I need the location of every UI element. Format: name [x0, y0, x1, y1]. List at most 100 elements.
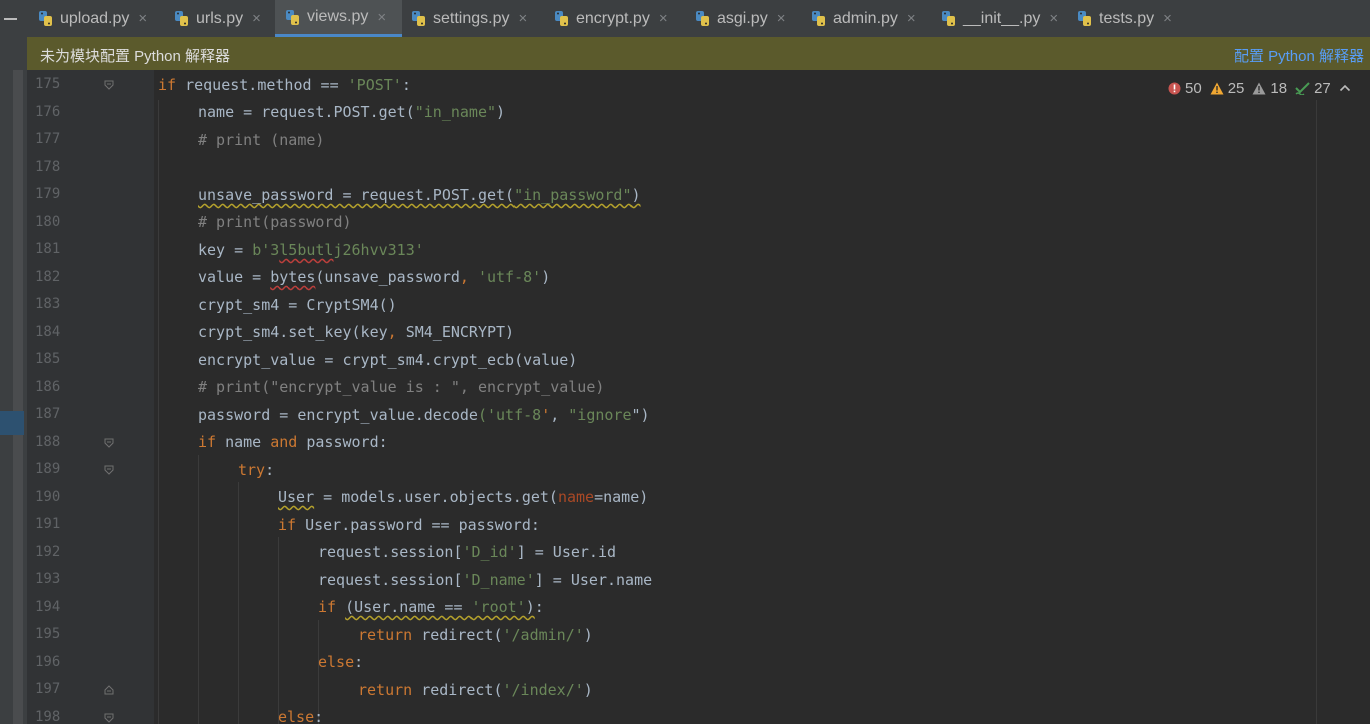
close-tab-icon[interactable]: × — [252, 10, 261, 27]
close-tab-icon[interactable]: × — [1049, 10, 1058, 27]
code-token: : — [354, 653, 364, 671]
fold-collapse-icon[interactable] — [104, 80, 114, 90]
code-line-181: key = b'3l5butlj26hvv313' — [158, 237, 424, 264]
minimize-icon[interactable] — [4, 18, 17, 20]
tab-label: settings.py — [433, 9, 510, 27]
code-token: name = request.POST.get( — [198, 103, 415, 121]
code-token: ) — [496, 103, 506, 121]
line-number: 195 — [35, 626, 61, 642]
code-token: encrypt_value = crypt_sm4.crypt_ecb(valu… — [198, 351, 578, 369]
close-tab-icon[interactable]: × — [777, 10, 786, 27]
line-number-gutter: 175 176 177 178 179 180 181 182 183 184 … — [27, 70, 154, 724]
code-line-185: encrypt_value = crypt_sm4.crypt_ecb(valu… — [158, 347, 577, 374]
code-token: ) — [541, 268, 551, 286]
code-token: "ignore — [559, 406, 632, 424]
close-tab-icon[interactable]: × — [659, 10, 668, 27]
line-number: 185 — [35, 351, 61, 367]
tab-upload-py[interactable]: upload.py × — [38, 0, 147, 37]
configure-interpreter-link[interactable]: 配置 Python 解释器 — [1234, 45, 1364, 66]
close-tab-icon[interactable]: × — [138, 10, 147, 27]
code-token: name — [557, 488, 595, 506]
warning-count[interactable]: 25 — [1210, 80, 1244, 97]
code-line-188: if name and password: — [158, 429, 388, 456]
chevron-up-icon[interactable] — [1339, 83, 1351, 93]
fold-collapse-icon[interactable] — [104, 465, 114, 475]
tab-asgi-py[interactable]: asgi.py × — [695, 0, 785, 37]
code-token: 'root' — [471, 598, 526, 616]
editor-tab-bar: upload.py × urls.py × views.py × setting… — [0, 0, 1370, 38]
code-token: else — [318, 653, 355, 671]
code-token: redirect( — [412, 626, 503, 644]
code-token: unsave_password = request.POST.get( — [198, 186, 515, 204]
code-token: # print(password) — [198, 213, 352, 231]
code-token: 'utf-8' — [477, 268, 542, 286]
tab-settings-py[interactable]: settings.py × — [411, 0, 527, 37]
line-number: 191 — [35, 516, 61, 532]
code-token: # print("encrypt_value is : ", encrypt_v… — [198, 378, 605, 396]
line-number: 181 — [35, 241, 61, 257]
code-token: # print (name) — [198, 131, 325, 149]
line-number: 188 — [35, 434, 61, 450]
code-line-182: value = bytes(unsave_password, 'utf-8') — [158, 264, 550, 291]
code-token: value = — [198, 268, 271, 286]
python-file-icon — [811, 10, 828, 27]
close-tab-icon[interactable]: × — [907, 10, 916, 27]
code-line-190: User = models.user.objects.get(name=name… — [158, 484, 648, 511]
code-token: name — [216, 433, 271, 451]
close-tab-icon[interactable]: × — [1163, 10, 1172, 27]
tab-label: upload.py — [60, 9, 130, 27]
tab-encrypt-py[interactable]: encrypt.py × — [554, 0, 668, 37]
structure-strip — [13, 70, 23, 724]
line-number: 177 — [35, 131, 61, 147]
code-line-183: crypt_sm4 = CryptSM4() — [158, 292, 397, 319]
tab-tests-py[interactable]: tests.py × — [1077, 0, 1172, 37]
line-number: 175 — [35, 76, 61, 92]
code-token: bytes — [270, 268, 316, 286]
code-token: redirect( — [412, 681, 503, 699]
python-file-icon — [38, 10, 55, 27]
code-token: ) — [631, 186, 641, 204]
code-token: ) — [525, 598, 535, 616]
warning-icon — [1210, 82, 1224, 94]
code-token: j26hvv313' — [333, 241, 424, 259]
tab-admin-py[interactable]: admin.py × — [811, 0, 916, 37]
python-file-icon — [554, 10, 571, 27]
code-token: '/index/' — [502, 681, 584, 699]
tab-label: urls.py — [196, 9, 244, 27]
line-number: 192 — [35, 544, 61, 560]
tab-label: admin.py — [833, 9, 898, 27]
typo-count[interactable]: 27 — [1295, 80, 1331, 97]
code-line-176: name = request.POST.get("in_name") — [158, 99, 505, 126]
code-token: request.session[ — [318, 571, 463, 589]
code-token: if — [278, 516, 297, 534]
code-editor[interactable]: if request.method == 'POST': name = requ… — [154, 70, 1370, 724]
code-token: password: — [297, 433, 388, 451]
fold-collapse-icon[interactable] — [104, 438, 114, 448]
python-file-icon — [695, 10, 712, 27]
code-token: if — [198, 433, 217, 451]
tab-label: tests.py — [1099, 9, 1155, 27]
code-token: else — [278, 708, 315, 724]
tab-init-py[interactable]: __init__.py × — [941, 0, 1058, 37]
error-count[interactable]: 50 — [1168, 80, 1202, 97]
line-number: 197 — [35, 681, 61, 697]
code-token: "in_password" — [514, 186, 632, 204]
code-token: crypt_sm4.set_key(key — [198, 323, 388, 341]
close-tab-icon[interactable]: × — [518, 10, 527, 27]
weak-warning-count[interactable]: 18 — [1252, 80, 1287, 97]
tab-label: __init__.py — [963, 9, 1041, 27]
close-tab-icon[interactable]: × — [377, 9, 386, 26]
inspection-widget[interactable]: 50 25 18 27 — [1168, 78, 1351, 98]
fold-collapse-icon[interactable] — [104, 713, 114, 723]
line-number: 180 — [35, 214, 61, 230]
code-token: ' — [541, 406, 551, 424]
fold-expand-end-icon[interactable] — [104, 685, 114, 695]
code-token: "in_name" — [414, 103, 497, 121]
code-line-175: if request.method == 'POST': — [158, 72, 411, 99]
tab-views-py[interactable]: views.py × — [275, 0, 402, 37]
code-token: User — [278, 488, 315, 506]
tab-urls-py[interactable]: urls.py × — [174, 0, 261, 37]
code-token: 'POST' — [347, 76, 402, 94]
